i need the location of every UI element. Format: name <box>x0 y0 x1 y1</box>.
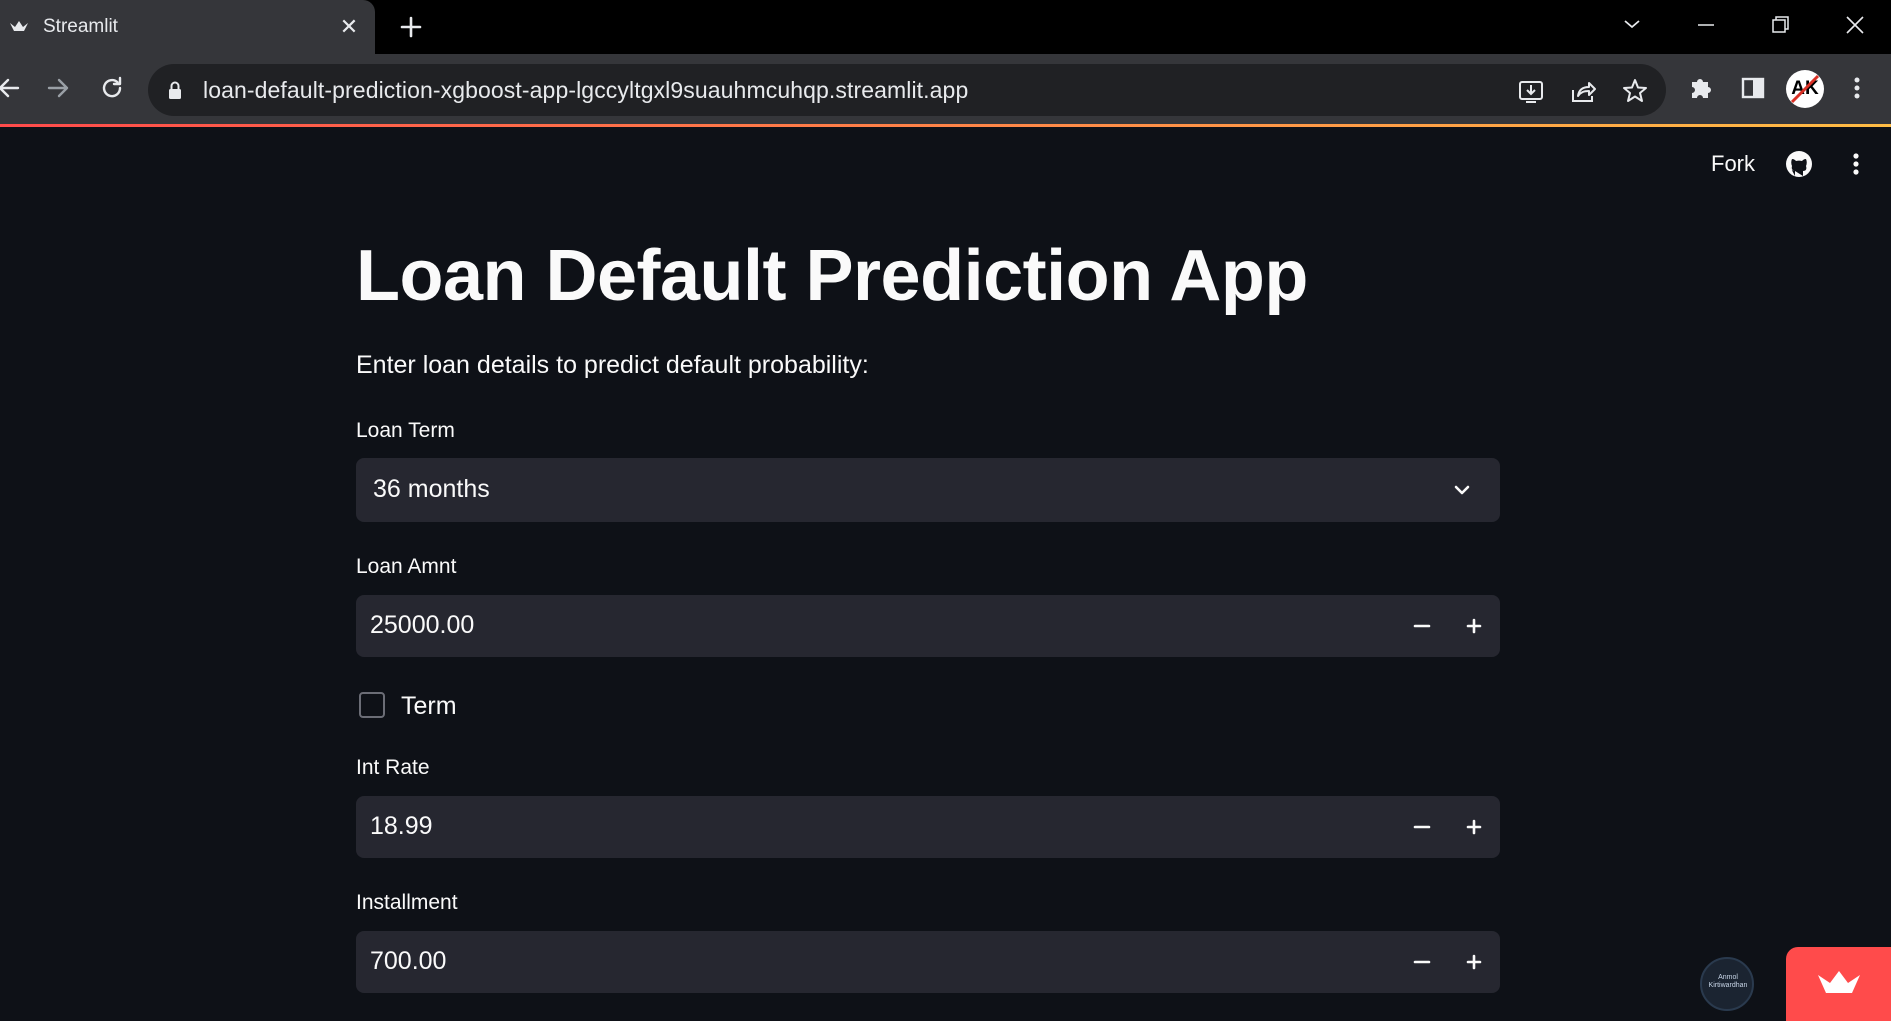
loan-term-value: 36 months <box>373 475 490 503</box>
github-icon[interactable] <box>1784 149 1814 179</box>
minus-icon[interactable] <box>1402 807 1442 847</box>
int-rate-value[interactable]: 18.99 <box>370 812 433 841</box>
streamlit-favicon-icon <box>10 21 28 31</box>
forward-icon[interactable] <box>41 70 77 106</box>
address-bar[interactable]: loan-default-prediction-xgboost-app-lgcc… <box>148 64 1666 116</box>
app-menu-icon[interactable] <box>1846 149 1866 179</box>
minus-icon[interactable] <box>1402 942 1442 982</box>
browser-tab-bar: Streamlit ✕ <box>0 0 1891 54</box>
int-rate-input[interactable]: 18.99 <box>356 796 1500 858</box>
profile-avatar[interactable]: AK <box>1786 70 1824 108</box>
installment-value[interactable]: 700.00 <box>370 947 446 976</box>
streamlit-crown-icon <box>1818 971 1860 993</box>
reload-icon[interactable] <box>94 70 130 106</box>
minus-icon[interactable] <box>1402 606 1442 646</box>
back-icon[interactable] <box>0 70 28 106</box>
tab-search-icon[interactable] <box>1612 10 1652 40</box>
streamlit-badge[interactable] <box>1786 947 1891 1021</box>
streamlit-app: Fork Loan Default Prediction App Enter l… <box>0 127 1891 1021</box>
fork-button[interactable]: Fork <box>1711 151 1755 177</box>
page-subtitle: Enter loan details to predict default pr… <box>356 351 869 379</box>
loan-amnt-input[interactable]: 25000.00 <box>356 595 1500 657</box>
badge-text: Anmol Kirtiwardhan <box>1708 974 1748 989</box>
avatar-slash-icon <box>1790 74 1820 104</box>
restore-icon[interactable] <box>1760 10 1800 40</box>
browser-toolbar: loan-default-prediction-xgboost-app-lgcc… <box>0 54 1891 124</box>
side-panel-icon[interactable] <box>1736 71 1770 105</box>
close-window-icon[interactable] <box>1835 10 1875 40</box>
installment-input[interactable]: 700.00 <box>356 931 1500 993</box>
extensions-icon[interactable] <box>1684 71 1718 105</box>
close-tab-icon[interactable]: ✕ <box>336 14 362 40</box>
installment-label: Installment <box>356 891 458 914</box>
plus-icon[interactable] <box>1454 807 1494 847</box>
page-title: Loan Default Prediction App <box>356 236 1308 316</box>
chevron-down-icon <box>1454 485 1470 495</box>
creator-avatar-badge[interactable]: Anmol Kirtiwardhan <box>1700 957 1754 1011</box>
minimize-icon[interactable] <box>1686 10 1726 40</box>
loan-amnt-label: Loan Amnt <box>356 555 457 578</box>
tab-title: Streamlit <box>43 16 118 37</box>
browser-tab[interactable]: Streamlit ✕ <box>0 0 375 54</box>
term-checkbox-label[interactable]: Term <box>401 692 457 721</box>
loan-amnt-value[interactable]: 25000.00 <box>370 611 474 640</box>
term-checkbox[interactable] <box>359 692 385 718</box>
new-tab-icon[interactable] <box>396 12 426 42</box>
bookmark-star-icon[interactable] <box>1620 76 1650 106</box>
url-text[interactable]: loan-default-prediction-xgboost-app-lgcc… <box>203 77 968 104</box>
plus-icon[interactable] <box>1454 942 1494 982</box>
lock-icon[interactable] <box>168 80 182 100</box>
int-rate-label: Int Rate <box>356 756 430 779</box>
loan-term-select[interactable]: 36 months <box>356 458 1500 522</box>
share-icon[interactable] <box>1568 76 1598 106</box>
install-app-icon[interactable] <box>1516 76 1546 106</box>
plus-icon[interactable] <box>1454 606 1494 646</box>
loan-term-label: Loan Term <box>356 419 455 442</box>
browser-menu-icon[interactable] <box>1840 71 1874 105</box>
